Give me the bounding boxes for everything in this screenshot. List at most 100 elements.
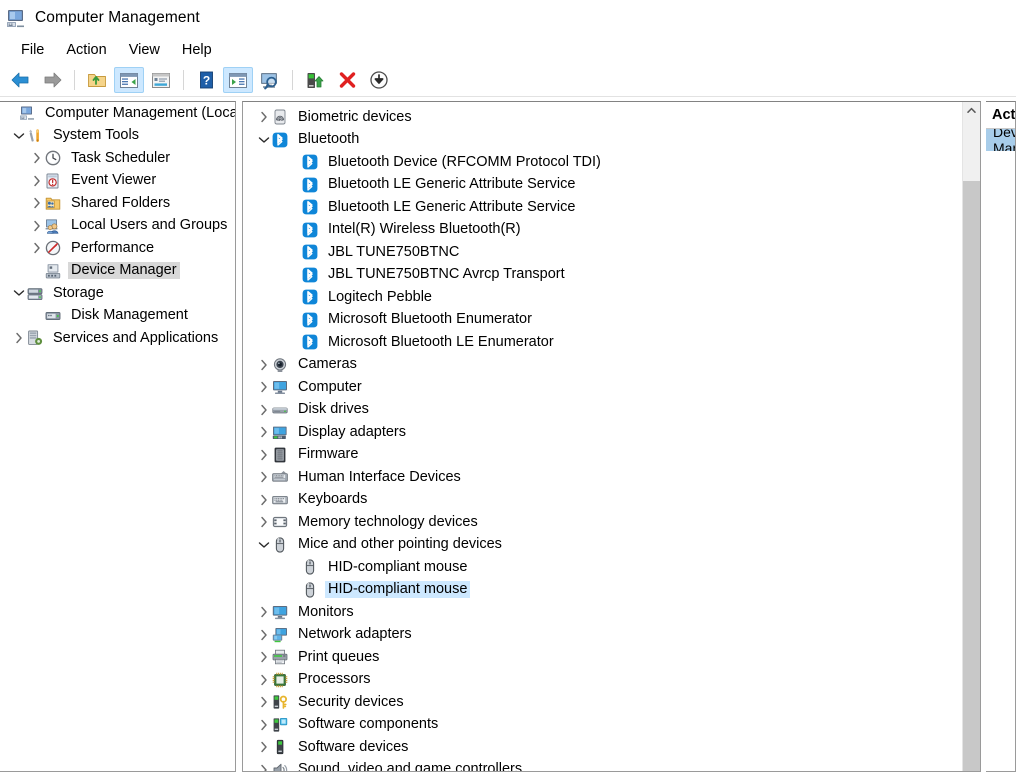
console-tree-item[interactable]: Event Viewer	[0, 170, 235, 193]
device-tree-item[interactable]: Keyboards	[243, 489, 962, 512]
menu-action[interactable]: Action	[55, 39, 117, 61]
device-tree-item[interactable]: HID-compliant mouse	[243, 556, 962, 579]
console-tree-item[interactable]: Storage	[0, 282, 235, 305]
chevron-right-icon[interactable]	[28, 220, 45, 232]
chevron-right-icon[interactable]	[255, 494, 272, 506]
device-tree-item[interactable]: JBL TUNE750BTNC	[243, 241, 962, 264]
device-tree-item[interactable]: Microsoft Bluetooth LE Enumerator	[243, 331, 962, 354]
update-driver-button[interactable]	[300, 67, 330, 93]
chevron-right-icon[interactable]	[255, 719, 272, 731]
tree-item-label: JBL TUNE750BTNC	[328, 243, 460, 260]
chevron-down-icon[interactable]	[10, 289, 27, 297]
show-hide-action-pane-button[interactable]	[223, 67, 253, 93]
device-tree-item[interactable]: Sound, video and game controllers	[243, 759, 962, 771]
device-tree-item[interactable]: HID-compliant mouse	[243, 579, 962, 602]
console-tree-item[interactable]: Services and Applications	[0, 327, 235, 350]
console-tree-item[interactable]: Local Users and Groups	[0, 215, 235, 238]
console-tree-item[interactable]: Device Manager	[0, 260, 235, 283]
tree-item-label: Software components	[298, 716, 439, 733]
device-tree-item[interactable]: JBL TUNE750BTNC Avrcp Transport	[243, 264, 962, 287]
device-tree-item[interactable]: Software devices	[243, 736, 962, 759]
device-tree-item[interactable]: Cameras	[243, 354, 962, 377]
chevron-right-icon[interactable]	[28, 175, 45, 187]
up-one-level-button[interactable]	[82, 67, 112, 93]
chevron-right-icon[interactable]	[255, 764, 272, 771]
console-tree-item[interactable]: Task Scheduler	[0, 147, 235, 170]
chevron-right-icon[interactable]	[255, 426, 272, 438]
device-tree-item[interactable]: Firmware	[243, 444, 962, 467]
device-tree-item[interactable]: Logitech Pebble	[243, 286, 962, 309]
device-tree-item[interactable]: Bluetooth LE Generic Attribute Service	[243, 174, 962, 197]
chevron-right-icon[interactable]	[255, 741, 272, 753]
device-tree-item[interactable]: Intel(R) Wireless Bluetooth(R)	[243, 219, 962, 242]
disk-drive-icon	[272, 402, 289, 418]
menu-view[interactable]: View	[118, 39, 171, 61]
chevron-right-icon[interactable]	[255, 606, 272, 618]
device-tree-item[interactable]: Software components	[243, 714, 962, 737]
chevron-down-icon[interactable]	[255, 541, 272, 549]
console-tree-item[interactable]: Shared Folders	[0, 192, 235, 215]
device-tree-item[interactable]: Computer	[243, 376, 962, 399]
device-tree-item[interactable]: Display adapters	[243, 421, 962, 444]
console-tree-item[interactable]: Disk Management	[0, 305, 235, 328]
chevron-right-icon[interactable]	[255, 674, 272, 686]
console-tree-item[interactable]: Performance	[0, 237, 235, 260]
back-button[interactable]	[5, 67, 35, 93]
actions-item-device-manager[interactable]: Device Manager	[986, 129, 1015, 151]
chevron-right-icon[interactable]	[255, 651, 272, 663]
mouse-icon	[302, 582, 319, 598]
chevron-right-icon[interactable]	[28, 242, 45, 254]
chevron-right-icon[interactable]	[255, 449, 272, 461]
mouse-icon	[272, 537, 289, 553]
scan-for-hardware-changes-button[interactable]	[255, 67, 285, 93]
device-tree-item[interactable]: Print queues	[243, 646, 962, 669]
device-tree-item[interactable]: Mice and other pointing devices	[243, 534, 962, 557]
console-tree-item[interactable]: Computer Management (Local)	[0, 102, 235, 125]
scrollbar-thumb[interactable]	[963, 119, 980, 181]
device-tree-item[interactable]: Bluetooth LE Generic Attribute Service	[243, 196, 962, 219]
chevron-right-icon[interactable]	[255, 381, 272, 393]
forward-button[interactable]	[37, 67, 67, 93]
device-tree-item[interactable]: Monitors	[243, 601, 962, 624]
workspace: Computer Management (Local) System Tools T…	[0, 97, 1016, 772]
menu-help[interactable]: Help	[171, 39, 223, 61]
device-tree-item[interactable]: Human Interface Devices	[243, 466, 962, 489]
chevron-right-icon[interactable]	[10, 332, 27, 344]
console-tree-item[interactable]: System Tools	[0, 125, 235, 148]
tree-item-label: HID-compliant mouse	[328, 558, 468, 575]
device-tree-item[interactable]: Microsoft Bluetooth Enumerator	[243, 309, 962, 332]
disable-device-button[interactable]	[364, 67, 394, 93]
properties-button[interactable]	[146, 67, 176, 93]
chevron-right-icon[interactable]	[255, 629, 272, 641]
vertical-scrollbar[interactable]	[962, 102, 980, 771]
device-tree[interactable]: Biometric devices Bluetooth Bluetooth Devi…	[243, 106, 962, 771]
chevron-right-icon[interactable]	[255, 471, 272, 483]
device-tree-item[interactable]: Bluetooth	[243, 129, 962, 152]
menu-file[interactable]: File	[10, 39, 55, 61]
device-tree-item[interactable]: Memory technology devices	[243, 511, 962, 534]
uninstall-device-button[interactable]	[332, 67, 362, 93]
chevron-down-icon[interactable]	[10, 132, 27, 140]
chevron-right-icon[interactable]	[28, 152, 45, 164]
chevron-right-icon[interactable]	[255, 516, 272, 528]
tree-item-label: Security devices	[298, 693, 404, 710]
chevron-up-icon[interactable]	[963, 102, 980, 119]
chevron-right-icon[interactable]	[255, 404, 272, 416]
chevron-right-icon[interactable]	[28, 197, 45, 209]
device-tree-item[interactable]: Processors	[243, 669, 962, 692]
help-button[interactable]: ?	[191, 67, 221, 93]
toolbar-separator	[183, 70, 184, 90]
chevron-down-icon[interactable]	[255, 136, 272, 144]
device-tree-item[interactable]: Security devices	[243, 691, 962, 714]
scrollbar-track[interactable]	[963, 119, 980, 771]
chevron-right-icon[interactable]	[255, 111, 272, 123]
device-tree-item[interactable]: Bluetooth Device (RFCOMM Protocol TDI)	[243, 151, 962, 174]
device-tree-item[interactable]: Network adapters	[243, 624, 962, 647]
tree-item-label: Storage	[53, 284, 104, 301]
device-tree-item[interactable]: Disk drives	[243, 399, 962, 422]
chevron-right-icon[interactable]	[255, 696, 272, 708]
device-tree-item[interactable]: Biometric devices	[243, 106, 962, 129]
show-hide-console-tree-button[interactable]	[114, 67, 144, 93]
console-tree[interactable]: Computer Management (Local) System Tools T…	[0, 102, 235, 350]
chevron-right-icon[interactable]	[255, 359, 272, 371]
